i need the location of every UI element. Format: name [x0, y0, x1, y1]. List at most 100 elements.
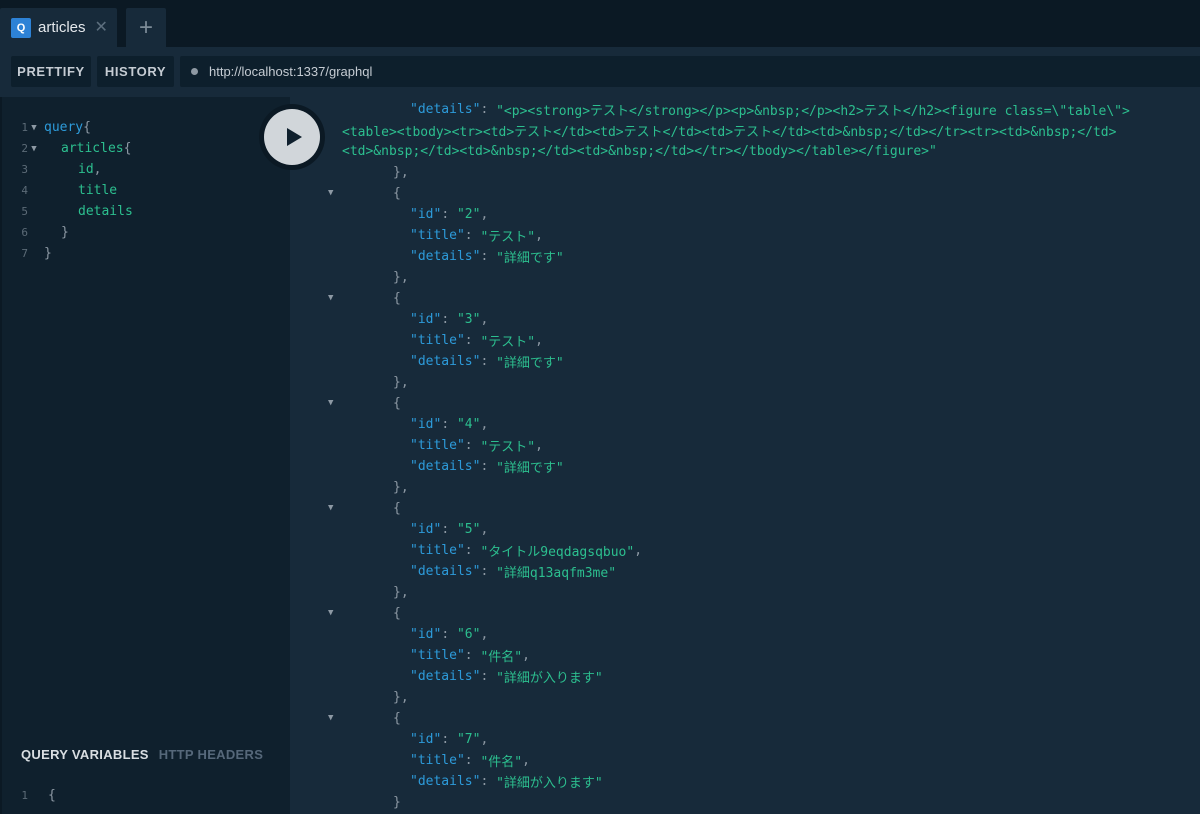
- json-key: "id": [410, 732, 442, 747]
- result-line: "title": "テスト",: [410, 435, 543, 456]
- execute-query-button[interactable]: [259, 104, 325, 170]
- json-comma: ,: [535, 438, 543, 453]
- json-string: "6": [456, 627, 481, 642]
- fold-arrow-icon[interactable]: ▼: [328, 713, 333, 723]
- result-line: "details": "詳細です": [410, 456, 564, 477]
- tab-bar: Q articles ✕ +: [0, 0, 1200, 47]
- json-string: "テスト": [480, 440, 536, 455]
- json-colon: :: [464, 648, 481, 663]
- add-tab-button[interactable]: +: [126, 8, 166, 47]
- status-dot-icon: [191, 68, 198, 75]
- result-line: "id": "3",: [410, 309, 488, 330]
- result-line: },: [393, 582, 409, 603]
- json-colon: :: [480, 564, 497, 579]
- json-colon: :: [464, 228, 481, 243]
- json-key: "title": [410, 753, 465, 768]
- close-icon[interactable]: ✕: [95, 19, 108, 36]
- json-key: "id": [410, 522, 442, 537]
- tab-articles[interactable]: Q articles ✕: [0, 8, 117, 47]
- json-string: "件名": [480, 755, 523, 770]
- json-brace: },: [393, 165, 409, 180]
- json-string: "詳細です": [496, 461, 564, 476]
- result-line: "title": "件名",: [410, 645, 530, 666]
- json-colon: :: [464, 438, 481, 453]
- json-colon: :: [464, 333, 481, 348]
- fold-arrow-icon[interactable]: ▼: [328, 293, 333, 303]
- json-comma: ,: [522, 648, 530, 663]
- json-colon: :: [480, 102, 497, 117]
- json-string: "詳細が入ります": [496, 776, 603, 791]
- json-key: "id": [410, 417, 442, 432]
- json-key: "details": [410, 249, 481, 264]
- result-line: "id": "4",: [410, 414, 488, 435]
- json-comma: ,: [480, 522, 489, 537]
- json-key: "id": [410, 207, 442, 222]
- result-line: "title": "テスト",: [410, 225, 543, 246]
- json-brace: }: [393, 795, 401, 810]
- query-line: 4 title: [2, 180, 117, 201]
- line-number: 6: [21, 226, 28, 239]
- history-button[interactable]: HISTORY: [97, 56, 174, 87]
- result-line: },: [393, 267, 409, 288]
- variables-editor-line[interactable]: 1 {: [2, 788, 56, 803]
- json-comma: ,: [480, 312, 489, 327]
- tab-http-headers[interactable]: HTTP HEADERS: [159, 747, 263, 762]
- query-line: 3 id,: [2, 159, 101, 180]
- result-line: "id": "7",: [410, 729, 488, 750]
- json-string: "詳細です": [496, 356, 564, 371]
- json-string: "詳細q13aqfm3me": [496, 566, 617, 581]
- variables-code: {: [48, 788, 56, 803]
- json-key: "details": [410, 564, 481, 579]
- play-icon: [286, 128, 302, 146]
- json-colon: :: [480, 249, 497, 264]
- query-token: title: [78, 183, 118, 198]
- line-number: 2: [21, 142, 28, 155]
- json-string: "詳細が入ります": [496, 671, 603, 686]
- prettify-button[interactable]: PRETTIFY: [11, 56, 91, 87]
- result-line: <table><tbody><tr><td>テスト</td><td>テスト</t…: [342, 120, 1116, 141]
- fold-arrow-icon[interactable]: ▼: [328, 398, 333, 408]
- fold-arrow-icon[interactable]: ▼: [328, 608, 333, 618]
- result-line: {: [393, 498, 401, 519]
- json-brace: {: [393, 186, 401, 201]
- json-brace: {: [393, 501, 401, 516]
- result-line: "id": "2",: [410, 204, 488, 225]
- query-editor[interactable]: 1 ▼ query{2 ▼ articles{3 id, 4 title 5 details 6} 7…: [0, 97, 290, 814]
- fold-arrow-icon[interactable]: ▼: [28, 144, 40, 154]
- json-colon: :: [480, 669, 497, 684]
- query-tab-icon: Q: [11, 17, 31, 38]
- json-key: "title": [410, 333, 465, 348]
- query-token: ,: [93, 162, 102, 177]
- result-line: <td>&nbsp;</td><td>&nbsp;</td><td>&nbsp;…: [342, 141, 937, 162]
- result-line: {: [393, 393, 401, 414]
- result-line: "title": "テスト",: [410, 330, 543, 351]
- result-line: "details": "詳細です": [410, 351, 564, 372]
- query-token: query: [44, 120, 84, 135]
- fold-arrow-icon[interactable]: ▼: [28, 123, 40, 133]
- query-token: }: [44, 246, 52, 261]
- json-key: "id": [410, 627, 442, 642]
- json-key: "id": [410, 312, 442, 327]
- json-string: "詳細です": [496, 251, 564, 266]
- json-string: "3": [456, 312, 481, 327]
- json-colon: :: [441, 732, 457, 747]
- query-line: 1 ▼ query{: [2, 117, 91, 138]
- result-line: },: [393, 687, 409, 708]
- query-line: 2 ▼ articles{: [2, 138, 131, 159]
- result-line: "id": "6",: [410, 624, 488, 645]
- fold-arrow-icon[interactable]: ▼: [328, 503, 333, 513]
- json-key: "details": [410, 774, 481, 789]
- json-string: "タイトル9eqdagsqbuo": [480, 545, 635, 560]
- result-line: {: [393, 183, 401, 204]
- endpoint-url-input[interactable]: http://localhost:1337/graphql: [180, 56, 1200, 87]
- json-key: "title": [410, 228, 465, 243]
- json-comma: ,: [480, 732, 489, 747]
- tab-query-variables[interactable]: QUERY VARIABLES: [21, 747, 149, 762]
- json-comma: ,: [480, 627, 489, 642]
- json-brace: {: [393, 711, 401, 726]
- query-token: articles: [61, 141, 124, 156]
- json-comma: ,: [480, 417, 489, 432]
- fold-arrow-icon[interactable]: ▼: [328, 188, 333, 198]
- query-line: 7}: [2, 243, 52, 264]
- result-line: },: [393, 162, 409, 183]
